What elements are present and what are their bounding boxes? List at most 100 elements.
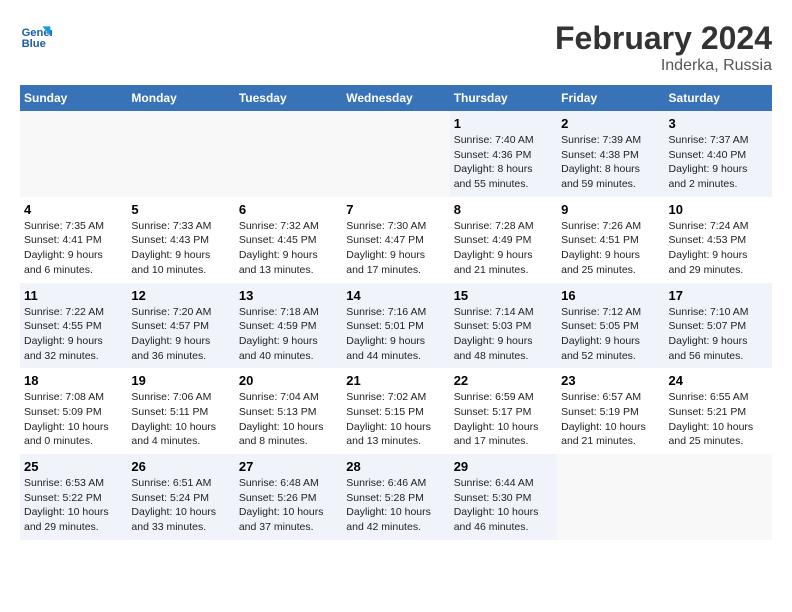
day-info: Sunrise: 6:48 AM Sunset: 5:26 PM Dayligh… [239, 476, 338, 535]
calendar-cell: 1Sunrise: 7:40 AM Sunset: 4:36 PM Daylig… [450, 111, 557, 197]
day-info: Sunrise: 6:44 AM Sunset: 5:30 PM Dayligh… [454, 476, 553, 535]
page-subtitle: Inderka, Russia [555, 57, 772, 75]
day-number: 11 [24, 288, 123, 303]
calendar-cell: 29 Sunrise: 6:44 AM Sunset: 5:30 PM Dayli… [450, 454, 557, 540]
day-number: 2 [561, 116, 660, 131]
day-number: 6 [239, 202, 338, 217]
calendar-table: SundayMondayTuesdayWednesdayThursdayFrid… [20, 85, 772, 540]
calendar-cell [235, 111, 342, 197]
day-info: Sunrise: 7:12 AM Sunset: 5:05 PM Dayligh… [561, 305, 660, 364]
day-number: 27 [239, 459, 338, 474]
day-info: Sunrise: 7:06 AM Sunset: 5:11 PM Dayligh… [131, 390, 230, 449]
day-info: Sunrise: 7:39 AM Sunset: 4:38 PM Dayligh… [561, 133, 660, 192]
calendar-cell: 28 Sunrise: 6:46 AM Sunset: 5:28 PM Dayli… [342, 454, 449, 540]
day-info: Sunrise: 7:26 AM Sunset: 4:51 PM Dayligh… [561, 219, 660, 278]
day-number: 28 [346, 459, 445, 474]
day-number: 1 [454, 116, 553, 131]
day-info: Sunrise: 7:32 AM Sunset: 4:45 PM Dayligh… [239, 219, 338, 278]
calendar-cell [20, 111, 127, 197]
calendar-cell: 27 Sunrise: 6:48 AM Sunset: 5:26 PM Dayli… [235, 454, 342, 540]
calendar-header-cell: Monday [127, 85, 234, 111]
day-info: Sunrise: 6:51 AM Sunset: 5:24 PM Dayligh… [131, 476, 230, 535]
calendar-header-cell: Tuesday [235, 85, 342, 111]
title-block: February 2024 Inderka, Russia [555, 20, 772, 75]
calendar-cell: 4 Sunrise: 7:35 AM Sunset: 4:41 PM Daylig… [20, 197, 127, 283]
day-info: Sunrise: 7:28 AM Sunset: 4:49 PM Dayligh… [454, 219, 553, 278]
day-info: Sunrise: 7:08 AM Sunset: 5:09 PM Dayligh… [24, 390, 123, 449]
day-number: 10 [669, 202, 768, 217]
calendar-week-row: 4 Sunrise: 7:35 AM Sunset: 4:41 PM Daylig… [20, 197, 772, 283]
day-info: Sunrise: 7:10 AM Sunset: 5:07 PM Dayligh… [669, 305, 768, 364]
day-info: Sunrise: 7:35 AM Sunset: 4:41 PM Dayligh… [24, 219, 123, 278]
day-info: Sunrise: 6:53 AM Sunset: 5:22 PM Dayligh… [24, 476, 123, 535]
day-number: 4 [24, 202, 123, 217]
calendar-cell: 11 Sunrise: 7:22 AM Sunset: 4:55 PM Dayli… [20, 283, 127, 369]
day-info: Sunrise: 7:24 AM Sunset: 4:53 PM Dayligh… [669, 219, 768, 278]
day-info: Sunrise: 7:33 AM Sunset: 4:43 PM Dayligh… [131, 219, 230, 278]
day-info: Sunrise: 7:14 AM Sunset: 5:03 PM Dayligh… [454, 305, 553, 364]
day-number: 18 [24, 373, 123, 388]
day-number: 5 [131, 202, 230, 217]
day-number: 14 [346, 288, 445, 303]
day-info: Sunrise: 7:20 AM Sunset: 4:57 PM Dayligh… [131, 305, 230, 364]
day-info: Sunrise: 7:30 AM Sunset: 4:47 PM Dayligh… [346, 219, 445, 278]
day-number: 26 [131, 459, 230, 474]
calendar-cell: 17 Sunrise: 7:10 AM Sunset: 5:07 PM Dayli… [665, 283, 772, 369]
calendar-cell: 14 Sunrise: 7:16 AM Sunset: 5:01 PM Dayli… [342, 283, 449, 369]
calendar-header-cell: Saturday [665, 85, 772, 111]
day-number: 23 [561, 373, 660, 388]
calendar-cell: 26 Sunrise: 6:51 AM Sunset: 5:24 PM Dayli… [127, 454, 234, 540]
calendar-week-row: 18 Sunrise: 7:08 AM Sunset: 5:09 PM Dayli… [20, 368, 772, 454]
day-number: 17 [669, 288, 768, 303]
day-info: Sunrise: 7:22 AM Sunset: 4:55 PM Dayligh… [24, 305, 123, 364]
calendar-cell: 15 Sunrise: 7:14 AM Sunset: 5:03 PM Dayli… [450, 283, 557, 369]
logo: General Blue [20, 20, 56, 52]
day-number: 9 [561, 202, 660, 217]
calendar-cell: 24Sunrise: 6:55 AM Sunset: 5:21 PM Dayli… [665, 368, 772, 454]
calendar-header-cell: Thursday [450, 85, 557, 111]
page-title: February 2024 [555, 20, 772, 57]
day-number: 29 [454, 459, 553, 474]
day-info: Sunrise: 6:46 AM Sunset: 5:28 PM Dayligh… [346, 476, 445, 535]
calendar-cell: 9 Sunrise: 7:26 AM Sunset: 4:51 PM Daylig… [557, 197, 664, 283]
calendar-cell [665, 454, 772, 540]
day-number: 7 [346, 202, 445, 217]
calendar-cell: 23 Sunrise: 6:57 AM Sunset: 5:19 PM Dayli… [557, 368, 664, 454]
calendar-cell: 2 Sunrise: 7:39 AM Sunset: 4:38 PM Daylig… [557, 111, 664, 197]
day-info: Sunrise: 6:57 AM Sunset: 5:19 PM Dayligh… [561, 390, 660, 449]
calendar-cell: 21Sunrise: 7:02 AM Sunset: 5:15 PM Dayli… [342, 368, 449, 454]
calendar-header-cell: Friday [557, 85, 664, 111]
day-number: 12 [131, 288, 230, 303]
calendar-cell: 12 Sunrise: 7:20 AM Sunset: 4:57 PM Dayli… [127, 283, 234, 369]
day-number: 22 [454, 373, 553, 388]
calendar-cell: 19 Sunrise: 7:06 AM Sunset: 5:11 PM Dayli… [127, 368, 234, 454]
calendar-cell: 20 Sunrise: 7:04 AM Sunset: 5:13 PM Dayli… [235, 368, 342, 454]
calendar-cell: 16Sunrise: 7:12 AM Sunset: 5:05 PM Dayli… [557, 283, 664, 369]
calendar-cell: 18 Sunrise: 7:08 AM Sunset: 5:09 PM Dayli… [20, 368, 127, 454]
calendar-cell: 5 Sunrise: 7:33 AM Sunset: 4:43 PM Daylig… [127, 197, 234, 283]
day-info: Sunrise: 7:37 AM Sunset: 4:40 PM Dayligh… [669, 133, 768, 192]
calendar-cell [557, 454, 664, 540]
day-number: 3 [669, 116, 768, 131]
day-number: 25 [24, 459, 123, 474]
calendar-header-cell: Wednesday [342, 85, 449, 111]
day-number: 8 [454, 202, 553, 217]
calendar-cell: 10 Sunrise: 7:24 AM Sunset: 4:53 PM Dayli… [665, 197, 772, 283]
day-info: Sunrise: 7:04 AM Sunset: 5:13 PM Dayligh… [239, 390, 338, 449]
day-info: Sunrise: 6:59 AM Sunset: 5:17 PM Dayligh… [454, 390, 553, 449]
day-number: 24 [669, 373, 768, 388]
calendar-cell: 25 Sunrise: 6:53 AM Sunset: 5:22 PM Dayli… [20, 454, 127, 540]
day-number: 20 [239, 373, 338, 388]
calendar-cell [342, 111, 449, 197]
day-number: 21 [346, 373, 445, 388]
calendar-week-row: 1Sunrise: 7:40 AM Sunset: 4:36 PM Daylig… [20, 111, 772, 197]
day-info: Sunrise: 7:16 AM Sunset: 5:01 PM Dayligh… [346, 305, 445, 364]
day-info: Sunrise: 7:18 AM Sunset: 4:59 PM Dayligh… [239, 305, 338, 364]
day-number: 19 [131, 373, 230, 388]
calendar-body: 1Sunrise: 7:40 AM Sunset: 4:36 PM Daylig… [20, 111, 772, 540]
calendar-cell: 7 Sunrise: 7:30 AM Sunset: 4:47 PM Daylig… [342, 197, 449, 283]
day-number: 15 [454, 288, 553, 303]
calendar-cell: 6 Sunrise: 7:32 AM Sunset: 4:45 PM Daylig… [235, 197, 342, 283]
calendar-cell: 3 Sunrise: 7:37 AM Sunset: 4:40 PM Daylig… [665, 111, 772, 197]
svg-text:Blue: Blue [22, 38, 46, 50]
